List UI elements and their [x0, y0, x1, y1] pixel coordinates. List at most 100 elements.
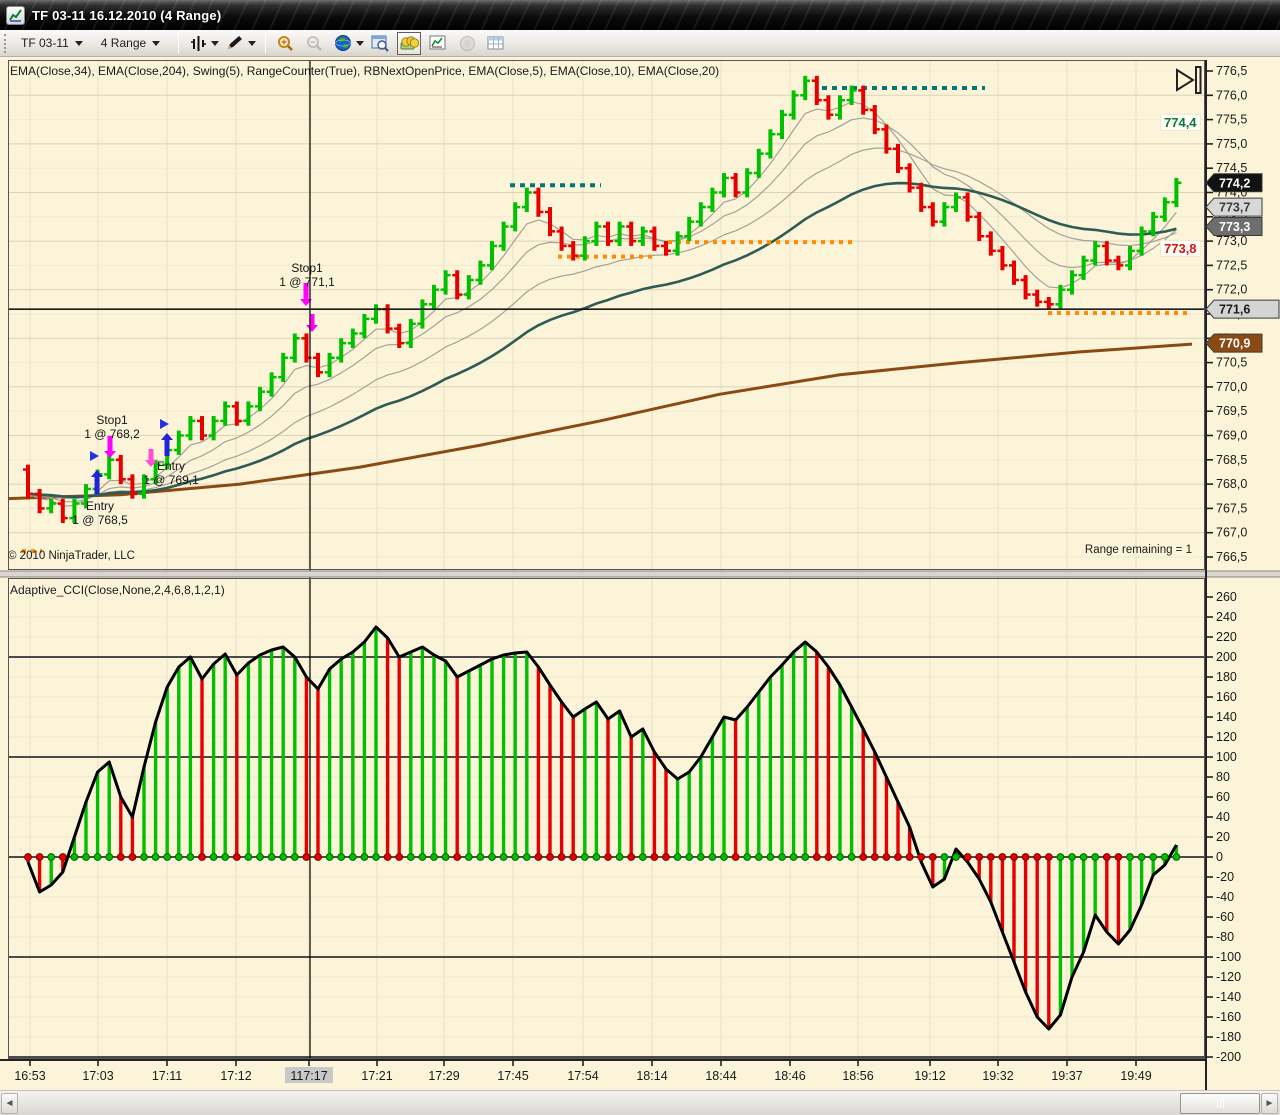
svg-text:774,2: 774,2	[1219, 176, 1250, 190]
cci-zero-dot	[453, 853, 462, 861]
time-axis-label: 18:56	[842, 1069, 873, 1083]
instrument-selector[interactable]: TF 03-11	[15, 34, 91, 52]
cci-zero-dot	[82, 853, 90, 861]
cci-zero-dot	[290, 853, 299, 861]
cci-zero-dot	[673, 853, 682, 861]
cci-zero-dot	[522, 853, 531, 861]
cci-zero-dot	[1114, 853, 1123, 861]
window-chart-icon	[6, 5, 25, 25]
cci-axis-label: 120	[1216, 730, 1237, 744]
cci-axis-label: 60	[1216, 790, 1230, 804]
time-axis-label: 19:32	[982, 1069, 1013, 1083]
cci-zero-dot	[1068, 853, 1076, 861]
svg-text:771,6: 771,6	[1219, 303, 1250, 317]
cci-axis-label: 40	[1216, 810, 1230, 824]
cci-zero-dot	[778, 853, 786, 861]
time-axis-label: 19:37	[1051, 1069, 1082, 1083]
price-axis-label: 768,5	[1216, 453, 1247, 467]
ninjatrader-chart-window: TF 03-11 16.12.2010 (4 Range) TF 03-11 4…	[0, 0, 1280, 1115]
cci-zero-dot	[1079, 853, 1088, 861]
cci-zero-dot	[163, 853, 172, 861]
chevron-down-icon[interactable]	[356, 40, 365, 46]
cci-zero-dot	[580, 853, 589, 861]
instruments-globe-icon[interactable]	[331, 32, 355, 55]
chart-trader-icon[interactable]	[397, 31, 422, 55]
cci-zero-dot	[708, 853, 717, 861]
cci-zero-dot	[383, 853, 392, 861]
cci-zero-dot	[836, 853, 844, 861]
cci-zero-dot	[917, 853, 926, 861]
cci-zero-dot	[198, 853, 206, 861]
draw-tools-icon[interactable]	[223, 32, 247, 55]
cci-zero-dot	[638, 853, 647, 861]
cci-zero-dot	[905, 853, 914, 861]
stop-marker-771: Stop1	[291, 261, 323, 275]
cci-zero-dot	[256, 853, 264, 861]
cci-zero-dot	[151, 853, 160, 861]
price-tag: 771,6	[1205, 299, 1280, 319]
cci-zero-dot	[986, 853, 995, 861]
cci-zero-dot	[1137, 853, 1146, 861]
data-grid-icon[interactable]	[484, 32, 508, 55]
cci-zero-dot	[731, 853, 740, 861]
toolbar-icon-group	[185, 31, 512, 55]
cci-zero-dot	[360, 853, 369, 861]
cci-zero-dot	[325, 853, 334, 861]
cci-axis-label: 220	[1216, 630, 1237, 644]
chevron-down-icon	[74, 40, 83, 46]
zoom-in-icon[interactable]	[273, 32, 297, 55]
cci-axis-label: 0	[1216, 850, 1223, 864]
stop-marker-768: Stop1	[96, 413, 128, 427]
price-axis-label: 770,5	[1216, 356, 1247, 370]
chart-canvas[interactable]: Stop11 @ 771,1Stop11 @ 768,2Entry1 @ 769…	[0, 0, 1280, 1090]
cci-zero-dot	[116, 853, 125, 861]
toolbar-grip-handle[interactable]	[4, 33, 9, 53]
cci-zero-dot	[499, 853, 508, 861]
zoom-out-icon	[302, 32, 326, 55]
chevron-down-icon[interactable]	[248, 40, 257, 46]
cci-axis-label: -180	[1216, 1030, 1241, 1044]
price-axis-label: 768,0	[1216, 477, 1247, 491]
cci-zero-dot	[337, 853, 346, 861]
cci-zero-dot	[1149, 853, 1158, 861]
cci-zero-dot	[221, 853, 230, 861]
cci-axis-label: -60	[1216, 910, 1234, 924]
title-bar[interactable]: TF 03-11 16.12.2010 (4 Range)	[0, 0, 1280, 30]
price-axis-label: 769,0	[1216, 429, 1247, 443]
stop-marker-771: 1 @ 771,1	[279, 275, 335, 289]
chevron-down-icon	[152, 40, 161, 46]
cci-zero-dot	[975, 853, 984, 861]
cci-axis-label: -160	[1216, 1010, 1241, 1024]
cci-zero-dot	[1056, 853, 1065, 861]
cci-zero-dot	[650, 853, 659, 861]
bar-type-icon[interactable]	[186, 32, 210, 55]
price-tag: 774,2	[1205, 173, 1263, 193]
cci-axis-label: -40	[1216, 890, 1234, 904]
price-tag: 773,7	[1205, 197, 1263, 217]
indicators-icon[interactable]	[426, 32, 450, 55]
cci-zero-dot	[824, 853, 833, 861]
cci-zero-dot	[789, 853, 798, 861]
cci-zero-dot	[754, 853, 763, 861]
chart-window-icon[interactable]	[368, 32, 392, 55]
cci-zero-dot	[696, 853, 705, 861]
cci-zero-dot	[557, 853, 566, 861]
cci-zero-dot	[604, 853, 612, 861]
cci-zero-dot	[93, 853, 102, 861]
cci-zero-dot	[546, 853, 554, 861]
scroll-left-button[interactable]: ◄	[1, 1093, 18, 1114]
cci-zero-dot	[348, 853, 357, 861]
price-axis-label: 766,5	[1216, 550, 1247, 564]
time-axis-label: 16:53	[14, 1069, 45, 1083]
cci-zero-dot	[464, 853, 473, 861]
cci-axis-label: -120	[1216, 970, 1241, 984]
period-selector[interactable]: 4 Range	[95, 34, 168, 52]
chevron-down-icon[interactable]	[211, 40, 220, 46]
cci-axis-label: 140	[1216, 710, 1237, 724]
cci-zero-dot	[743, 853, 752, 861]
cci-zero-dot	[441, 853, 450, 861]
horizontal-scrollbar[interactable]: ◄ ►	[0, 1090, 1280, 1115]
scroll-right-button[interactable]: ►	[1261, 1093, 1278, 1114]
cci-zero-dot	[1033, 853, 1042, 861]
scrollbar-thumb[interactable]	[1180, 1093, 1260, 1114]
